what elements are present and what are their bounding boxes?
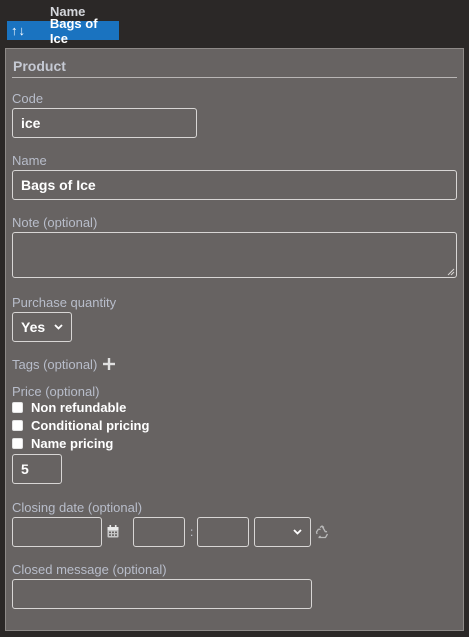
conditional-pricing-option[interactable]: Conditional pricing <box>12 417 149 433</box>
note-textarea[interactable] <box>12 232 457 278</box>
price-label: Price (optional) <box>12 384 100 399</box>
price-value: 5 <box>21 461 29 477</box>
non-refundable-option[interactable]: Non refundable <box>12 399 126 415</box>
purchase-quantity-label: Purchase quantity <box>12 295 117 310</box>
closing-ampm-select[interactable] <box>254 517 311 547</box>
calendar-icon[interactable] <box>107 525 119 538</box>
name-label: Name <box>12 153 47 168</box>
section-divider <box>12 77 457 78</box>
non-refundable-checkbox[interactable] <box>12 401 23 413</box>
conditional-pricing-label: Conditional pricing <box>31 417 150 433</box>
conditional-pricing-checkbox[interactable] <box>12 419 23 431</box>
non-refundable-label: Non refundable <box>31 399 127 415</box>
plus-icon[interactable] <box>103 358 115 370</box>
row-label: Bags of Ice <box>49 15 98 46</box>
closing-hour-input[interactable] <box>133 517 185 547</box>
name-pricing-label: Name pricing <box>31 435 114 451</box>
code-input[interactable]: ice <box>12 108 197 138</box>
purchase-quantity-select[interactable]: Yes <box>12 312 72 342</box>
arrow-down-icon[interactable]: ↓ <box>19 21 26 40</box>
name-pricing-checkbox[interactable] <box>12 437 23 449</box>
name-input[interactable]: Bags of Ice <box>12 170 457 200</box>
chevron-down-icon <box>54 324 63 330</box>
note-label: Note (optional) <box>12 215 98 230</box>
closing-date-input[interactable] <box>12 517 102 547</box>
closing-minute-input[interactable] <box>197 517 249 547</box>
name-pricing-option[interactable]: Name pricing <box>12 435 113 451</box>
code-label: Code <box>12 91 44 106</box>
closed-message-label: Closed message (optional) <box>12 562 167 577</box>
closed-message-input[interactable] <box>12 579 312 609</box>
price-input[interactable]: 5 <box>12 454 62 484</box>
arrow-up-icon[interactable]: ↑ <box>11 21 18 40</box>
tags-label: Tags (optional) <box>12 357 98 372</box>
name-value: Bags of Ice <box>21 177 96 193</box>
selected-list-row[interactable]: ↑ ↓ Bags of Ice <box>7 16 119 46</box>
code-value: ice <box>21 115 41 131</box>
recycle-icon[interactable] <box>315 525 329 539</box>
time-separator: : <box>190 525 194 539</box>
section-title: Product <box>13 58 66 74</box>
chevron-down-icon <box>293 529 302 535</box>
purchase-quantity-value: Yes <box>21 319 46 335</box>
resize-handle-icon[interactable] <box>447 268 455 276</box>
closing-date-label: Closing date (optional) <box>12 500 143 515</box>
product-panel: Product Code ice Name Bags of Ice Note (… <box>5 48 464 631</box>
